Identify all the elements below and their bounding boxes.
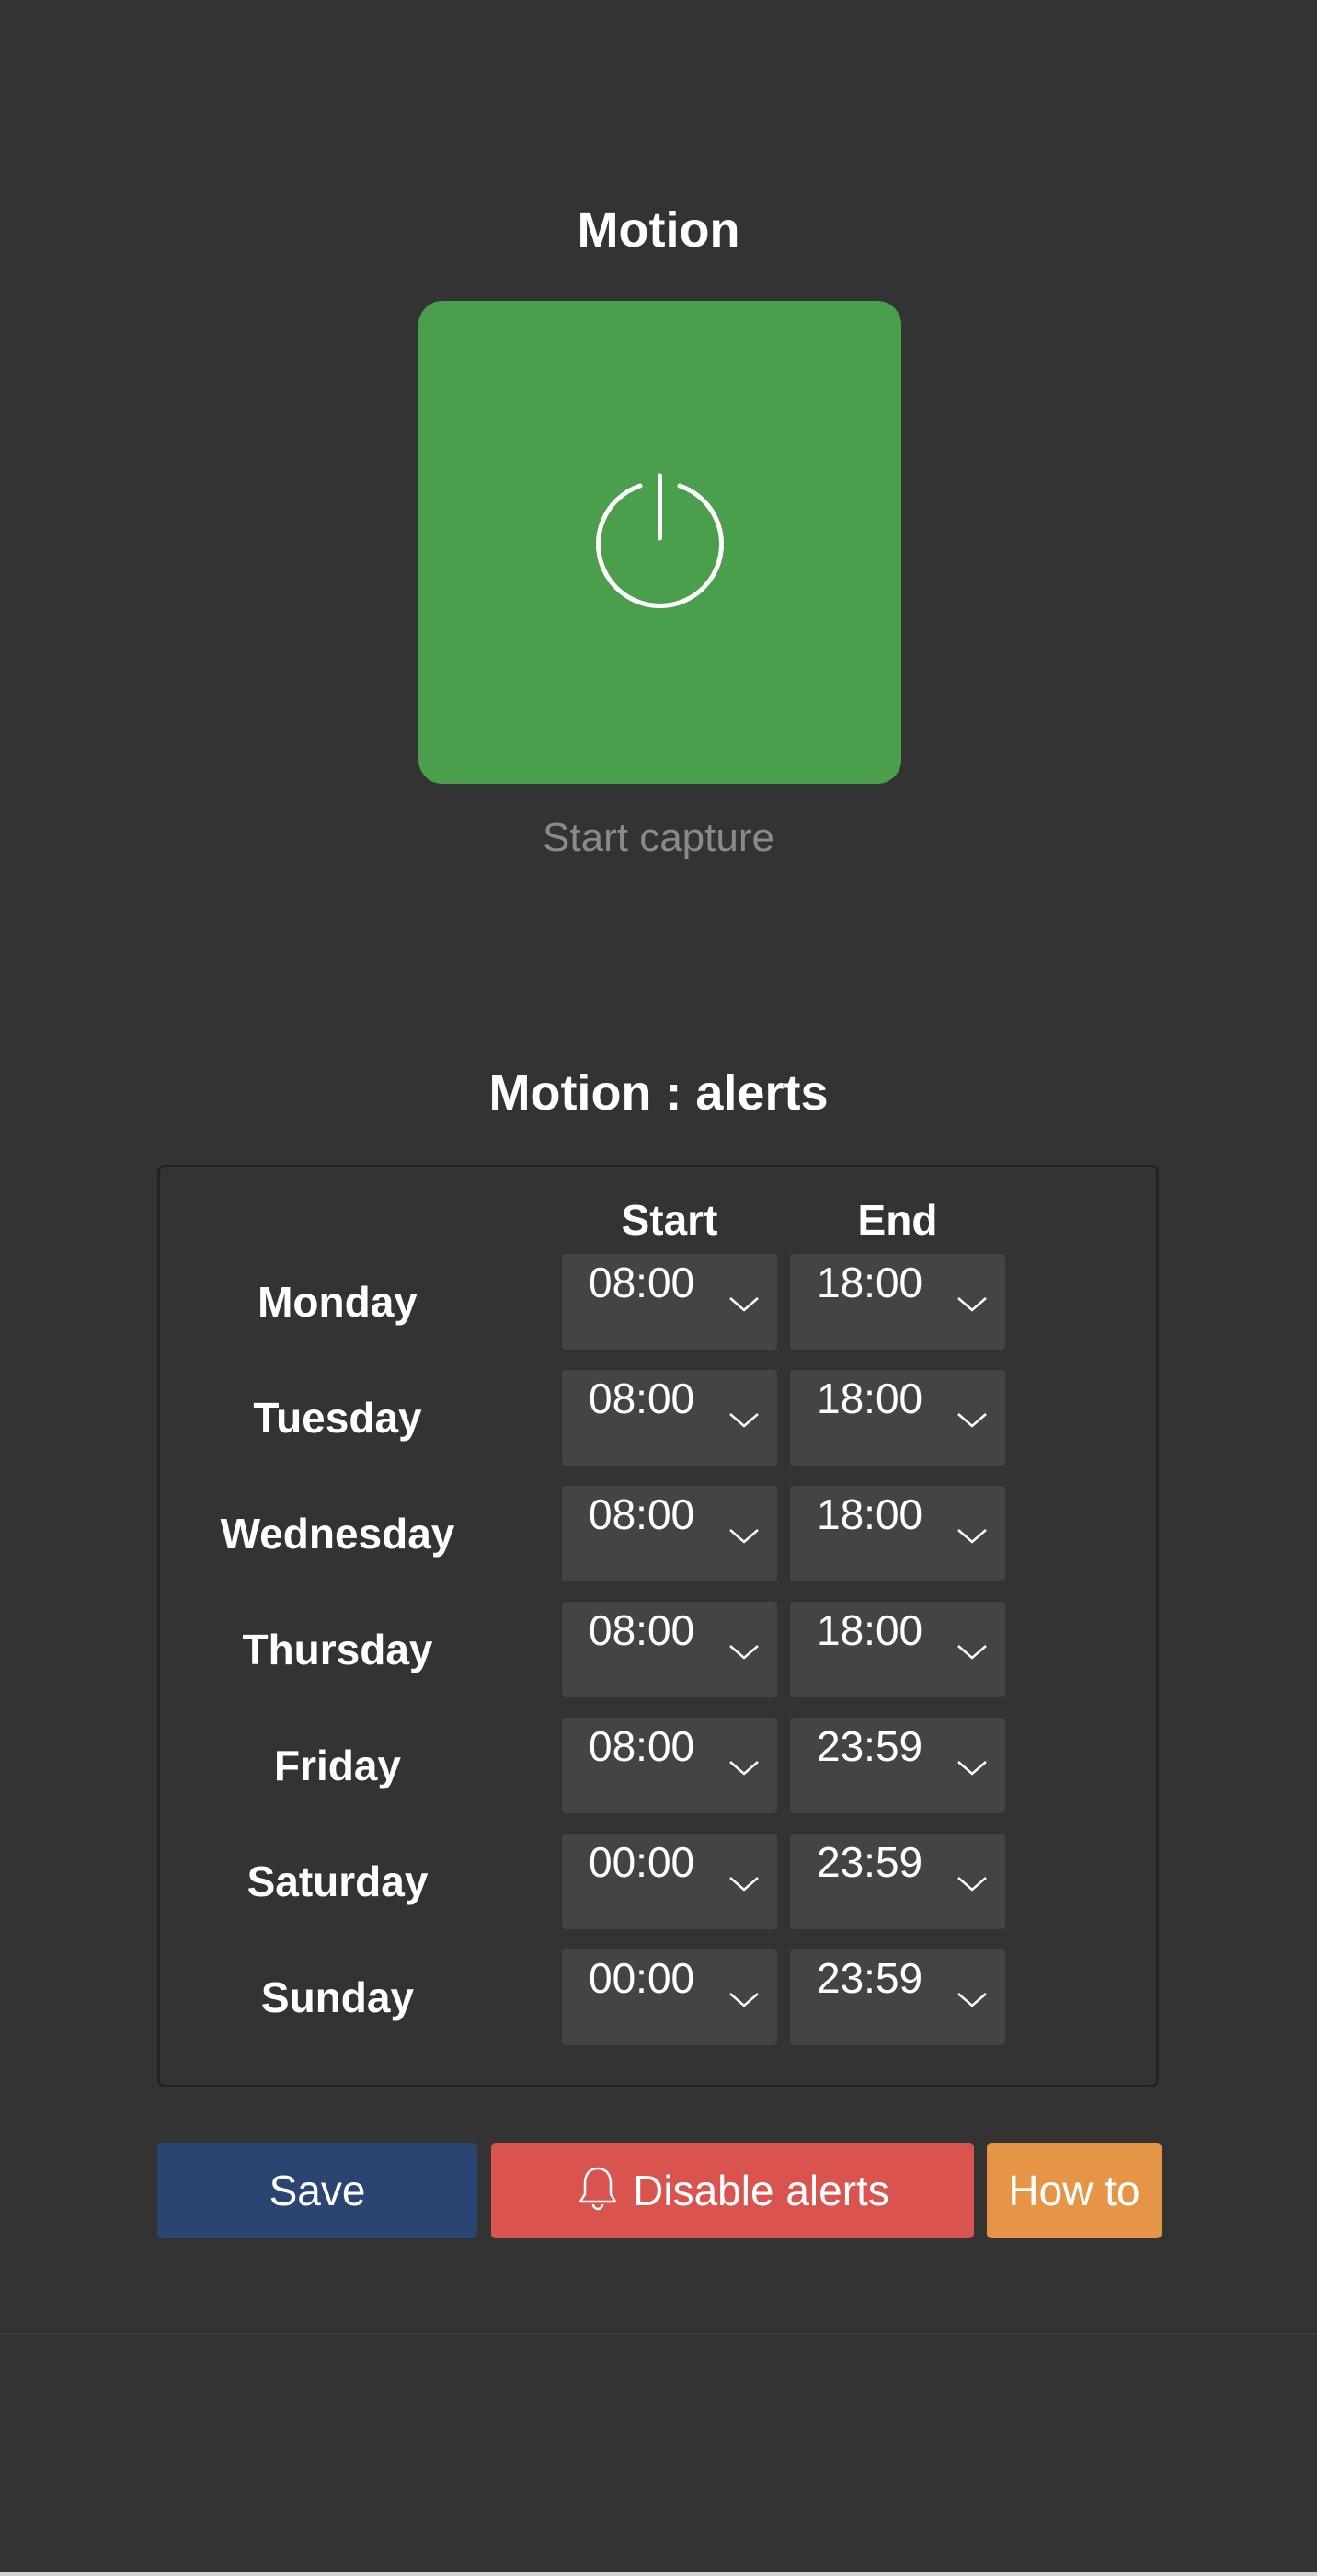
start-time-value: 00:00: [589, 1838, 695, 1886]
start-time-select[interactable]: 08:00: [562, 1254, 777, 1350]
end-time-value: 18:00: [817, 1490, 923, 1538]
day-label: Tuesday: [253, 1394, 422, 1442]
power-icon: [596, 473, 724, 608]
end-time-value: 18:00: [817, 1374, 923, 1422]
start-time-select[interactable]: 00:00: [562, 1949, 777, 2045]
chevron-down-icon: [957, 1761, 987, 1776]
chevron-down-icon: [729, 1413, 759, 1428]
start-capture-button[interactable]: [418, 301, 901, 784]
disable-alerts-label: Disable alerts: [633, 2167, 889, 2214]
chevron-down-icon: [957, 1413, 987, 1428]
save-button[interactable]: Save: [157, 2143, 477, 2238]
start-time-select[interactable]: 00:00: [562, 1834, 777, 1929]
end-time-select[interactable]: 18:00: [790, 1370, 1005, 1466]
chevron-down-icon: [729, 1529, 759, 1544]
start-time-select[interactable]: 08:00: [562, 1370, 777, 1466]
schedule-row-friday: Friday 08:00 23:59: [0, 1718, 1317, 1813]
start-time-value: 08:00: [589, 1374, 695, 1422]
end-time-select[interactable]: 18:00: [790, 1254, 1005, 1350]
day-label: Friday: [273, 1742, 402, 1789]
day-label: Monday: [258, 1278, 418, 1326]
start-time-select[interactable]: 08:00: [562, 1718, 777, 1813]
start-time-value: 08:00: [589, 1259, 695, 1306]
start-time-value: 08:00: [589, 1490, 695, 1538]
end-time-select[interactable]: 23:59: [790, 1718, 1005, 1813]
end-time-value: 23:59: [817, 1722, 923, 1770]
end-time-value: 18:00: [817, 1606, 923, 1654]
schedule-row-tuesday: Tuesday 08:00 18:00: [0, 1370, 1317, 1466]
chevron-down-icon: [957, 1993, 987, 2007]
day-label: Wednesday: [220, 1510, 455, 1558]
chevron-down-icon: [729, 1993, 759, 2007]
end-time-select[interactable]: 23:59: [790, 1949, 1005, 2045]
day-label: Saturday: [246, 1857, 429, 1905]
start-time-select[interactable]: 08:00: [562, 1486, 777, 1581]
schedule-row-thursday: Thursday 08:00 18:00: [0, 1602, 1317, 1697]
chevron-down-icon: [957, 1529, 987, 1544]
how-to-button[interactable]: How to: [987, 2143, 1162, 2238]
page-title: Motion: [577, 202, 740, 258]
end-time-select[interactable]: 23:59: [790, 1834, 1005, 1929]
start-time-value: 08:00: [589, 1606, 695, 1654]
chevron-down-icon: [729, 1645, 759, 1660]
day-label: Thursday: [242, 1626, 433, 1673]
chevron-down-icon: [957, 1877, 987, 1892]
end-column-header: End: [857, 1196, 938, 1244]
end-time-value: 23:59: [817, 1954, 923, 2002]
start-time-select[interactable]: 08:00: [562, 1602, 777, 1697]
chevron-down-icon: [729, 1297, 759, 1312]
chevron-down-icon: [729, 1877, 759, 1892]
footer-divider: [0, 2333, 1317, 2335]
chevron-down-icon: [957, 1645, 987, 1660]
disable-alerts-button[interactable]: Disable alerts: [491, 2143, 974, 2238]
schedule-row-saturday: Saturday 00:00 23:59: [0, 1834, 1317, 1929]
chevron-down-icon: [957, 1297, 987, 1312]
chevron-down-icon: [729, 1761, 759, 1776]
start-time-value: 00:00: [589, 1954, 695, 2002]
schedule-row-sunday: Sunday 00:00 23:59: [0, 1949, 1317, 2045]
bottom-edge-line: [0, 2572, 1317, 2576]
end-time-select[interactable]: 18:00: [790, 1486, 1005, 1581]
end-time-value: 23:59: [817, 1838, 923, 1886]
schedule-row-monday: Monday 08:00 18:00: [0, 1254, 1317, 1350]
start-column-header: Start: [621, 1196, 718, 1244]
schedule-row-wednesday: Wednesday 08:00 18:00: [0, 1486, 1317, 1581]
alerts-section-title: Motion : alerts: [488, 1065, 829, 1121]
start-time-value: 08:00: [589, 1722, 695, 1770]
end-time-value: 18:00: [817, 1259, 923, 1306]
capture-status-label: Start capture: [543, 815, 774, 860]
end-time-select[interactable]: 18:00: [790, 1602, 1005, 1697]
day-label: Sunday: [260, 1973, 415, 2021]
bell-icon: [578, 2167, 617, 2211]
